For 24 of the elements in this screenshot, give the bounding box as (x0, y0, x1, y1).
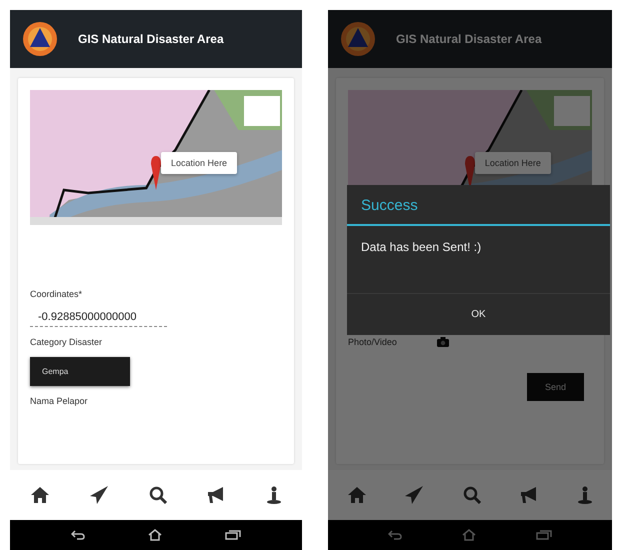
map-drawing[interactable] (30, 90, 282, 225)
field-label: Photo/Video (348, 337, 397, 347)
marker-icon[interactable] (151, 156, 162, 190)
map-popup: Location Here (161, 152, 238, 174)
field-label: Nama Pelapor (30, 396, 88, 406)
dialog-message: Data has been Sent! :) (360, 239, 482, 256)
app-title: GIS Natural Disaster Area (396, 32, 542, 46)
map-popup: Location Here (474, 152, 551, 174)
dialog-title: Success (347, 185, 610, 226)
home-icon[interactable] (30, 487, 49, 503)
recents-icon[interactable] (224, 530, 241, 540)
search-icon[interactable] (148, 486, 167, 504)
app-title: GIS Natural Disaster Area (78, 32, 224, 46)
camera-icon[interactable] (436, 337, 449, 347)
category-dropdown[interactable]: Gempa (30, 357, 130, 386)
logo-icon (340, 21, 376, 57)
home-button-icon[interactable] (148, 529, 162, 541)
field-label: Coordinates* (30, 289, 82, 299)
back-icon[interactable] (71, 530, 86, 540)
coordinates-field[interactable]: -0.92885000000000 (30, 309, 167, 327)
logo-icon (22, 21, 58, 57)
person-pin-icon[interactable] (267, 486, 282, 504)
paper-plane-icon[interactable] (90, 486, 108, 504)
field-label: Category Disaster (30, 337, 102, 347)
